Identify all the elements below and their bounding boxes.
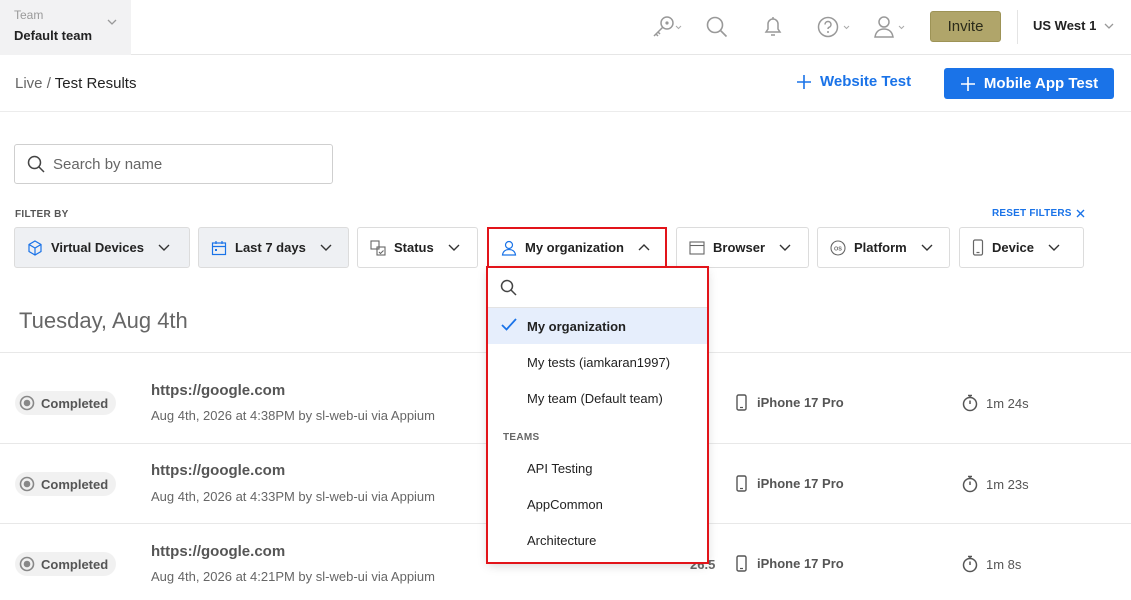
breadcrumb-separator: /: [42, 75, 55, 92]
status-label: Completed: [41, 556, 109, 572]
stopwatch-icon: [962, 394, 978, 412]
highlight-box: [486, 266, 709, 564]
status-badge: Completed: [15, 552, 117, 576]
chevron-down-icon: [158, 244, 170, 251]
duration: 1m 23s: [962, 475, 1029, 493]
completed-icon: [19, 556, 35, 572]
status-label: Completed: [41, 476, 109, 492]
date-heading: Tuesday, Aug 4th: [19, 308, 188, 333]
test-meta: Aug 4th, 2026 at 4:21PM by sl-web-ui via…: [151, 569, 435, 584]
team-label: Team: [14, 8, 44, 22]
search-input[interactable]: [53, 155, 313, 173]
filter-label: Device: [992, 240, 1034, 255]
breadcrumb-parent[interactable]: Live: [15, 75, 43, 92]
team-name: Default team: [14, 28, 93, 43]
search-icon: [27, 155, 45, 173]
region-selector[interactable]: US West 1: [1033, 18, 1114, 33]
page-title: Test Results: [54, 75, 137, 92]
completed-icon: [19, 476, 35, 492]
phone-icon: [736, 475, 747, 492]
test-url[interactable]: https://google.com: [151, 382, 285, 399]
reset-filters-label: RESET FILTERS: [992, 208, 1072, 219]
chevron-down-icon: [921, 244, 933, 251]
filter-device[interactable]: Device: [959, 227, 1084, 268]
device-label: iPhone 17 Pro: [757, 395, 844, 410]
device-label: iPhone 17 Pro: [757, 476, 844, 491]
duration-label: 1m 8s: [986, 556, 1022, 572]
divider: [1017, 10, 1018, 44]
invite-button[interactable]: Invite: [930, 11, 1001, 42]
filter-browser[interactable]: Browser: [676, 227, 809, 268]
device-info: iPhone 17 Pro: [736, 394, 844, 411]
search-box[interactable]: [14, 144, 333, 184]
region-label: US West 1: [1033, 18, 1097, 33]
plus-icon: [797, 74, 811, 89]
filter-platform[interactable]: OS Platform: [817, 227, 950, 268]
filter-label: Platform: [854, 240, 907, 255]
reset-filters-button[interactable]: RESET FILTERS: [992, 208, 1085, 219]
duration: 1m 24s: [962, 394, 1029, 412]
bell-icon[interactable]: [762, 14, 784, 40]
phone-icon: [736, 394, 747, 411]
help-icon[interactable]: [817, 14, 853, 40]
mobile-app-test-button[interactable]: Mobile App Test: [944, 68, 1114, 99]
os-icon: OS: [830, 239, 846, 256]
stopwatch-icon: [962, 555, 978, 573]
chevron-down-icon: [107, 19, 117, 25]
phone-icon: [972, 239, 984, 256]
status-badge: Completed: [15, 472, 117, 496]
phone-icon: [736, 555, 747, 572]
device-info: iPhone 17 Pro: [736, 555, 844, 572]
filter-label: Last 7 days: [235, 240, 306, 255]
duration: 1m 8s: [962, 555, 1021, 573]
website-test-button[interactable]: Website Test: [796, 73, 911, 90]
completed-icon: [19, 395, 35, 411]
filter-label: Status: [394, 240, 434, 255]
device-label: iPhone 17 Pro: [757, 556, 844, 571]
close-icon: [1076, 209, 1085, 218]
highlight-box: [487, 227, 667, 268]
top-bar: Team Default team Invite US West 1: [0, 0, 1131, 55]
calendar-icon: [211, 240, 227, 255]
device-info: iPhone 17 Pro: [736, 475, 844, 492]
filter-label: Virtual Devices: [51, 240, 144, 255]
duration-label: 1m 24s: [986, 395, 1029, 411]
filter-virtual-devices[interactable]: Virtual Devices: [14, 227, 190, 268]
test-url[interactable]: https://google.com: [151, 462, 285, 479]
browser-icon: [689, 240, 705, 255]
filter-by-label: FILTER BY: [15, 209, 69, 220]
team-switcher[interactable]: Team Default team: [0, 0, 131, 55]
user-icon[interactable]: [873, 14, 909, 40]
duration-label: 1m 23s: [986, 476, 1029, 492]
svg-text:OS: OS: [834, 246, 842, 252]
status-icon: [370, 239, 386, 256]
chevron-down-icon: [320, 244, 332, 251]
breadcrumb: Live / Test Results: [15, 75, 136, 92]
search-icon[interactable]: [705, 14, 729, 40]
chevron-down-icon: [1104, 23, 1114, 29]
filter-label: Browser: [713, 240, 766, 255]
filter-status[interactable]: Status: [357, 227, 478, 268]
status-label: Completed: [41, 395, 109, 411]
chevron-down-icon: [448, 244, 460, 251]
cube-icon: [28, 239, 42, 256]
stopwatch-icon: [962, 475, 978, 493]
test-meta: Aug 4th, 2026 at 4:33PM by sl-web-ui via…: [151, 489, 435, 504]
filter-date-range[interactable]: Last 7 days: [198, 227, 349, 268]
chevron-down-icon: [779, 244, 791, 251]
page-header: Live / Test Results Website Test Mobile …: [0, 55, 1131, 112]
chevron-down-icon: [1048, 244, 1060, 251]
website-test-label: Website Test: [820, 73, 912, 90]
mobile-app-test-label: Mobile App Test: [983, 75, 1099, 92]
test-meta: Aug 4th, 2026 at 4:38PM by sl-web-ui via…: [151, 408, 435, 423]
status-badge: Completed: [15, 391, 117, 415]
plus-icon: [960, 76, 975, 91]
test-url[interactable]: https://google.com: [151, 543, 285, 560]
key-icon[interactable]: [649, 14, 683, 40]
